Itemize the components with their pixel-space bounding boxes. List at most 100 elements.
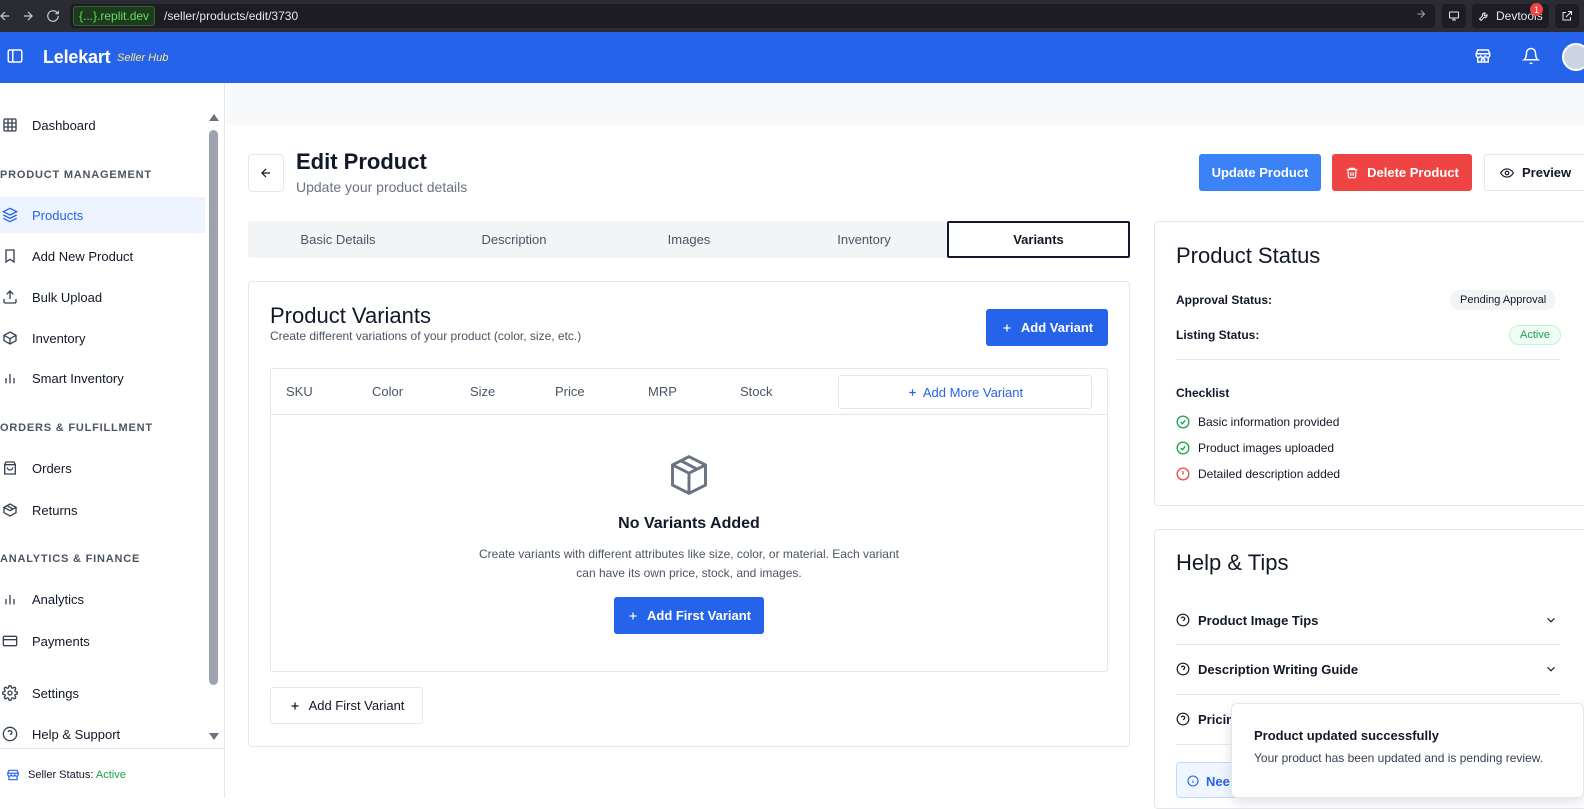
listing-status-badge: Active xyxy=(1509,325,1561,345)
brand-logo[interactable]: Lelekart xyxy=(43,47,111,68)
delete-product-button[interactable]: Delete Product xyxy=(1332,154,1472,191)
update-product-button[interactable]: Update Product xyxy=(1199,154,1321,191)
sidebar-item-payments[interactable]: Payments xyxy=(0,623,205,659)
back-button[interactable] xyxy=(248,154,284,192)
external-button[interactable] xyxy=(1554,4,1579,28)
column-header-mrp: MRP xyxy=(648,384,677,399)
scroll-up-arrow-icon[interactable] xyxy=(208,112,220,122)
add-first-variant-outline-button[interactable]: Add First Variant xyxy=(270,687,423,724)
page-title: Edit Product xyxy=(296,149,427,174)
screen-button[interactable] xyxy=(1442,4,1466,28)
checklist-title: Checklist xyxy=(1176,386,1230,400)
sidebar-item-label: Settings xyxy=(32,685,79,701)
column-header-price: Price xyxy=(555,384,585,399)
preview-button[interactable]: Preview xyxy=(1484,154,1584,191)
sidebar-item-help-support[interactable]: Help & Support xyxy=(0,716,205,752)
package-icon xyxy=(2,502,18,518)
sidebar-item-dashboard[interactable]: Dashboard xyxy=(0,107,205,143)
column-header-size: Size xyxy=(470,384,496,399)
back-arrow-icon[interactable] xyxy=(0,5,16,27)
checklist-item: Basic information provided xyxy=(1176,415,1339,429)
upload-icon xyxy=(2,289,18,305)
sidebar-toggle-icon[interactable] xyxy=(6,47,26,67)
sidebar-item-label: Add New Product xyxy=(32,248,134,264)
column-header-sku: SKU xyxy=(286,384,313,399)
alert-circle-icon xyxy=(1176,467,1190,481)
help-circle-icon xyxy=(1176,712,1190,726)
sidebar-item-returns[interactable]: Returns xyxy=(0,492,205,528)
scroll-down-arrow-icon[interactable] xyxy=(208,732,220,742)
delete-product-label: Delete Product xyxy=(1367,165,1459,180)
sidebar-item-label: Smart Inventory xyxy=(32,370,124,386)
seller-status-label: Seller Status: xyxy=(28,769,94,781)
tab-inventory[interactable]: Inventory xyxy=(776,221,952,258)
divider xyxy=(1176,359,1560,360)
update-product-label: Update Product xyxy=(1211,165,1309,180)
sidebar-item-smart-inventory[interactable]: Smart Inventory xyxy=(0,360,205,396)
bell-icon[interactable] xyxy=(1522,47,1542,67)
eye-icon xyxy=(1500,166,1514,180)
seller-status: Seller Status: Active xyxy=(0,748,225,798)
sidebar-item-label: Help & Support xyxy=(32,726,121,742)
address-bar[interactable]: {...}.replit.dev /seller/products/edit/3… xyxy=(70,4,1435,28)
help-circle-icon xyxy=(1176,662,1190,676)
chevron-down-icon xyxy=(1544,613,1558,627)
sidebar-item-add-new-product[interactable]: Add New Product xyxy=(0,238,205,274)
sidebar-item-label: Payments xyxy=(32,633,90,649)
sidebar-item-label: Products xyxy=(32,207,84,223)
layers-icon xyxy=(2,207,18,223)
sidebar-scrollbar-thumb[interactable] xyxy=(209,130,218,685)
empty-state-title: No Variants Added xyxy=(618,515,760,532)
tab-variants[interactable]: Variants xyxy=(947,221,1130,258)
info-text: Nee xyxy=(1206,774,1230,789)
accordion-label: Description Writing Guide xyxy=(1198,661,1359,677)
brand-subtitle: Seller Hub xyxy=(117,52,169,64)
success-toast[interactable]: Product updated successfully Your produc… xyxy=(1231,703,1584,798)
sidebar-item-products[interactable]: Products xyxy=(0,197,205,233)
url-path: /seller/products/edit/3730 xyxy=(164,9,299,23)
avatar[interactable] xyxy=(1562,43,1584,71)
reload-icon[interactable] xyxy=(42,5,64,27)
add-first-variant-button[interactable]: Add First Variant xyxy=(614,597,764,634)
gear-icon xyxy=(2,685,18,701)
forward-arrow-icon[interactable] xyxy=(17,5,39,27)
sidebar-item-label: Returns xyxy=(32,502,78,518)
sidebar-item-orders[interactable]: Orders xyxy=(0,450,205,486)
empty-state-description: Create variants with different attribute… xyxy=(479,547,899,580)
variants-subtitle: Create different variations of your prod… xyxy=(270,329,582,343)
browser-toolbar: {...}.replit.dev /seller/products/edit/3… xyxy=(0,0,1584,32)
checklist-item: Product images uploaded xyxy=(1176,441,1334,455)
page-subtitle: Update your product details xyxy=(296,179,468,195)
sidebar-item-settings[interactable]: Settings xyxy=(0,675,205,711)
plus-icon xyxy=(627,610,639,622)
add-first-variant-outline-label: Add First Variant xyxy=(308,698,405,713)
domain-chip: {...}.replit.dev xyxy=(73,6,156,26)
tab-basic-details[interactable]: Basic Details xyxy=(248,221,428,258)
store-icon[interactable] xyxy=(1474,47,1494,67)
shopping-bag-icon xyxy=(2,460,18,476)
variants-table-header: SKU Color Size Price MRP Stock Add More … xyxy=(271,369,1107,415)
sidebar-item-bulk-upload[interactable]: Bulk Upload xyxy=(0,279,205,315)
toast-message: Your product has been updated and is pen… xyxy=(1254,751,1544,765)
approval-status-badge: Pending Approval xyxy=(1450,290,1557,310)
accordion-description-writing-guide[interactable]: Description Writing Guide xyxy=(1176,645,1560,693)
sidebar-item-analytics[interactable]: Analytics xyxy=(0,581,205,617)
plus-icon xyxy=(289,700,301,712)
sidebar-item-label: Dashboard xyxy=(32,117,96,133)
sidebar-item-inventory[interactable]: Inventory xyxy=(0,320,205,356)
accordion-product-image-tips[interactable]: Product Image Tips xyxy=(1176,596,1560,644)
go-arrow-icon[interactable] xyxy=(1415,8,1427,20)
sidebar-item-label: Analytics xyxy=(32,591,85,607)
box-icon xyxy=(2,330,18,346)
chevron-down-icon xyxy=(1544,662,1558,676)
add-variant-button[interactable]: Add Variant xyxy=(986,309,1108,346)
toast-title: Product updated successfully xyxy=(1254,728,1439,743)
tab-description[interactable]: Description xyxy=(426,221,602,258)
help-circle-icon xyxy=(1176,613,1190,627)
product-tabs: Basic Details Description Images Invento… xyxy=(248,221,1130,258)
add-more-variant-button[interactable]: Add More Variant xyxy=(838,375,1092,409)
credit-card-icon xyxy=(2,633,18,649)
external-link-icon xyxy=(1561,10,1573,22)
tab-images[interactable]: Images xyxy=(601,221,777,258)
section-analytics-finance: ANALYTICS & FINANCE xyxy=(0,553,141,565)
